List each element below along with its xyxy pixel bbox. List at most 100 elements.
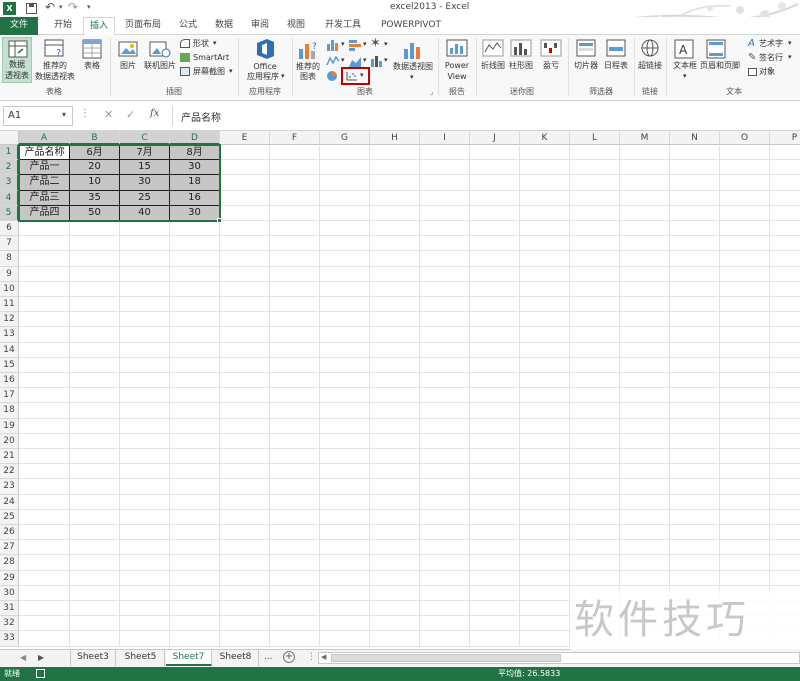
grid-cell[interactable] xyxy=(19,449,70,465)
grid-cell[interactable] xyxy=(420,616,470,632)
grid-cell[interactable] xyxy=(270,281,320,297)
grid-cell[interactable] xyxy=(520,236,570,252)
grid-cell[interactable] xyxy=(620,327,670,343)
grid-cell[interactable] xyxy=(770,297,800,313)
row-header-14[interactable]: 14 xyxy=(0,342,19,358)
row-header-13[interactable]: 13 xyxy=(0,327,19,343)
charts-dialog-launcher-icon[interactable]: ⌟ xyxy=(430,88,433,96)
grid-cell[interactable] xyxy=(720,525,770,541)
cell-b5[interactable]: 50 xyxy=(70,205,120,221)
grid-cell[interactable] xyxy=(220,281,270,297)
grid-cell[interactable] xyxy=(670,525,720,541)
grid-cell[interactable] xyxy=(420,373,470,389)
grid-cell[interactable] xyxy=(170,631,220,647)
grid-cell[interactable] xyxy=(520,418,570,434)
grid-cell[interactable] xyxy=(320,175,370,191)
grid-cell[interactable] xyxy=(470,540,520,556)
grid-cell[interactable] xyxy=(470,221,520,237)
column-header-h[interactable]: H xyxy=(370,131,420,145)
grid-cell[interactable] xyxy=(320,281,370,297)
row-header-20[interactable]: 20 xyxy=(0,433,19,449)
grid-cell[interactable] xyxy=(19,418,70,434)
grid-cell[interactable] xyxy=(70,433,120,449)
grid-cell[interactable] xyxy=(620,297,670,313)
column-chart-icon[interactable] xyxy=(326,39,340,51)
grid-cell[interactable] xyxy=(620,433,670,449)
row-header-10[interactable]: 10 xyxy=(0,281,19,297)
grid-cell[interactable] xyxy=(19,555,70,571)
grid-cell[interactable] xyxy=(670,494,720,510)
redo-icon[interactable]: ↷ xyxy=(68,0,78,14)
grid-cell[interactable] xyxy=(70,616,120,632)
slicer-icon[interactable] xyxy=(576,39,596,57)
grid-cell[interactable] xyxy=(370,145,420,161)
grid-cell[interactable] xyxy=(120,631,170,647)
grid-cell[interactable] xyxy=(270,160,320,176)
grid-cell[interactable] xyxy=(19,373,70,389)
grid-cell[interactable] xyxy=(220,388,270,404)
grid-cell[interactable] xyxy=(570,403,620,419)
grid-cell[interactable] xyxy=(320,540,370,556)
grid-cell[interactable] xyxy=(520,297,570,313)
grid-cell[interactable] xyxy=(520,205,570,221)
customize-qat-icon[interactable]: ▾ xyxy=(87,3,91,11)
row-header-5[interactable]: 5 xyxy=(0,205,19,221)
waterfall-chart-icon[interactable] xyxy=(370,55,384,67)
grid-cell[interactable] xyxy=(520,403,570,419)
grid-cell[interactable] xyxy=(520,145,570,161)
grid-cell[interactable] xyxy=(270,221,320,237)
fill-handle[interactable] xyxy=(217,218,222,223)
grid-cell[interactable] xyxy=(520,525,570,541)
grid-cell[interactable] xyxy=(220,540,270,556)
grid-cell[interactable] xyxy=(470,373,520,389)
grid-cell[interactable] xyxy=(320,297,370,313)
grid-cell[interactable] xyxy=(370,509,420,525)
more-sheets-button[interactable]: ... xyxy=(264,652,273,662)
grid-cell[interactable] xyxy=(19,221,70,237)
grid-cell[interactable] xyxy=(320,342,370,358)
grid-cell[interactable] xyxy=(420,540,470,556)
grid-cell[interactable] xyxy=(170,403,220,419)
row-header-16[interactable]: 16 xyxy=(0,373,19,389)
grid-cell[interactable] xyxy=(320,509,370,525)
grid-cell[interactable] xyxy=(370,327,420,343)
grid-cell[interactable] xyxy=(70,555,120,571)
grid-cell[interactable] xyxy=(370,373,420,389)
grid-cell[interactable] xyxy=(170,540,220,556)
column-header-a[interactable]: A xyxy=(19,131,70,145)
grid-cell[interactable] xyxy=(470,433,520,449)
row-header-12[interactable]: 12 xyxy=(0,312,19,328)
grid-cell[interactable] xyxy=(420,251,470,267)
row-header-19[interactable]: 19 xyxy=(0,418,19,434)
grid-cell[interactable] xyxy=(470,509,520,525)
grid-cell[interactable] xyxy=(220,205,270,221)
grid-cell[interactable] xyxy=(70,342,120,358)
grid-cell[interactable] xyxy=(270,266,320,282)
grid-cell[interactable] xyxy=(270,342,320,358)
grid-cell[interactable] xyxy=(670,373,720,389)
grid-cell[interactable] xyxy=(120,555,170,571)
grid-cell[interactable] xyxy=(170,281,220,297)
row-header-25[interactable]: 25 xyxy=(0,509,19,525)
grid-cell[interactable] xyxy=(170,327,220,343)
grid-cell[interactable] xyxy=(720,570,770,586)
grid-cell[interactable] xyxy=(320,236,370,252)
grid-cell[interactable] xyxy=(220,494,270,510)
grid-cell[interactable] xyxy=(120,403,170,419)
grid-cell[interactable] xyxy=(620,540,670,556)
row-header-6[interactable]: 6 xyxy=(0,221,19,237)
grid-cell[interactable] xyxy=(220,221,270,237)
pie-chart-icon[interactable] xyxy=(326,70,338,82)
grid-cell[interactable] xyxy=(370,585,420,601)
grid-cell[interactable] xyxy=(520,570,570,586)
grid-cell[interactable] xyxy=(70,357,120,373)
shapes-dropdown-icon[interactable]: ▾ xyxy=(213,39,217,47)
grid-cell[interactable] xyxy=(720,236,770,252)
grid-cell[interactable] xyxy=(670,464,720,480)
grid-cell[interactable] xyxy=(570,281,620,297)
grid-cell[interactable] xyxy=(420,601,470,617)
row-header-33[interactable]: 33 xyxy=(0,631,19,647)
signature-line-label[interactable]: 签名行 xyxy=(759,53,783,63)
tab-view[interactable]: 视图 xyxy=(280,17,312,35)
grid-cell[interactable] xyxy=(220,236,270,252)
